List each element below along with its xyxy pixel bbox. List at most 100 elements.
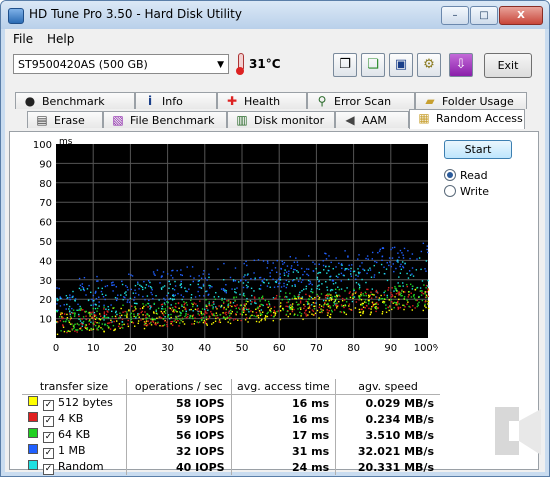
scatter-point xyxy=(95,314,97,317)
scatter-point xyxy=(152,311,155,313)
scatter-point xyxy=(146,324,149,326)
scatter-point xyxy=(308,283,310,285)
start-button[interactable]: Start xyxy=(444,140,512,159)
scatter-point xyxy=(380,263,383,266)
scatter-point xyxy=(201,314,203,316)
checkbox-checked-icon[interactable]: ✓ xyxy=(43,447,54,459)
tab-file-benchmark[interactable]: ▧ File Benchmark xyxy=(103,111,227,128)
scatter-point xyxy=(316,309,319,312)
scatter-point xyxy=(167,315,169,317)
scatter-point xyxy=(408,291,411,293)
scatter-point xyxy=(338,262,340,264)
scatter-point xyxy=(367,258,369,260)
checkbox-checked-icon[interactable]: ✓ xyxy=(43,399,54,411)
scatter-point xyxy=(128,309,130,311)
checkbox-checked-icon[interactable]: ✓ xyxy=(43,415,54,427)
scatter-point xyxy=(95,316,98,319)
tab-info[interactable]: i Info xyxy=(135,92,217,109)
scatter-point xyxy=(370,276,373,278)
checkbox-checked-icon[interactable]: ✓ xyxy=(43,431,54,443)
scatter-point xyxy=(246,308,248,311)
scatter-point xyxy=(259,300,261,302)
scatter-point xyxy=(398,256,400,259)
scatter-point xyxy=(136,314,139,317)
title-bar[interactable]: HD Tune Pro 3.50 - Hard Disk Utility – □… xyxy=(1,1,549,29)
tab-disk-monitor[interactable]: ▥ Disk monitor xyxy=(227,111,335,128)
scatter-point xyxy=(239,308,241,310)
scatter-point xyxy=(412,294,415,297)
scatter-point xyxy=(285,286,288,289)
minimize-button[interactable]: – xyxy=(441,6,469,25)
download-button[interactable]: ⇩ xyxy=(449,53,473,77)
exit-button[interactable]: Exit xyxy=(484,53,532,78)
scatter-point xyxy=(127,319,129,322)
scatter-point xyxy=(415,299,417,301)
scatter-point xyxy=(80,327,82,329)
menu-help[interactable]: Help xyxy=(47,32,74,46)
tab-folder-usage[interactable]: ▰ Folder Usage xyxy=(415,92,527,109)
drive-select[interactable]: ST9500420AS (500 GB) ▼ xyxy=(13,54,229,74)
scatter-point xyxy=(81,329,83,332)
tab-aam[interactable]: ◀ AAM xyxy=(335,111,409,128)
scatter-point xyxy=(266,312,268,315)
scatter-point xyxy=(171,298,174,300)
scatter-point xyxy=(371,251,374,254)
scatter-point xyxy=(199,310,202,313)
scatter-point xyxy=(121,283,124,286)
menu-file[interactable]: File xyxy=(13,32,33,46)
scatter-point xyxy=(426,245,429,247)
scatter-point xyxy=(364,299,367,301)
scatter-point xyxy=(313,302,316,304)
scatter-point xyxy=(386,262,388,264)
tab-error-scan[interactable]: ⚲ Error Scan xyxy=(307,92,415,109)
scatter-point xyxy=(224,317,226,319)
scatter-point xyxy=(103,316,105,319)
scatter-point xyxy=(296,270,298,272)
scatter-point xyxy=(98,305,100,307)
scatter-point xyxy=(184,307,187,309)
x-tick-label: 100% xyxy=(414,343,438,354)
scatter-point xyxy=(186,266,188,268)
scatter-point xyxy=(253,315,255,317)
close-button[interactable]: X xyxy=(499,6,543,25)
tab-health[interactable]: ✚ Health xyxy=(217,92,307,109)
save-button[interactable]: ▣ xyxy=(389,53,413,77)
scatter-point xyxy=(150,318,153,321)
tab-random-access[interactable]: ▦ Random Access xyxy=(409,109,525,129)
scatter-point xyxy=(316,287,318,290)
options-button[interactable]: ⚙ xyxy=(417,53,441,77)
scatter-point xyxy=(271,269,273,271)
scatter-point xyxy=(279,273,281,275)
checkbox-checked-icon[interactable]: ✓ xyxy=(43,463,54,475)
scatter-point xyxy=(247,281,249,284)
scatter-point xyxy=(209,287,211,289)
maximize-button[interactable]: □ xyxy=(470,6,498,25)
write-radio[interactable]: Write xyxy=(444,185,489,198)
scatter-point xyxy=(194,296,197,298)
scatter-point xyxy=(327,305,330,308)
copy-button[interactable]: ❐ xyxy=(333,53,357,77)
scatter-point xyxy=(171,307,174,309)
scatter-point xyxy=(415,269,418,271)
scatter-point xyxy=(358,272,360,275)
scatter-point xyxy=(393,290,395,292)
scatter-point xyxy=(277,285,279,288)
scatter-point xyxy=(107,326,110,328)
scatter-point xyxy=(103,306,105,308)
scatter-point xyxy=(172,277,174,279)
scatter-point xyxy=(183,301,185,303)
scatter-point xyxy=(213,313,215,315)
y-tick-label: 70 xyxy=(39,198,52,209)
scatter-point xyxy=(224,318,227,320)
scatter-point xyxy=(198,294,201,297)
copy-text-button[interactable]: ❏ xyxy=(361,53,385,77)
scatter-point xyxy=(168,298,170,300)
scatter-point xyxy=(357,271,360,273)
scatter-point xyxy=(180,269,182,271)
tab-benchmark[interactable]: ● Benchmark xyxy=(15,92,135,109)
read-radio[interactable]: Read xyxy=(444,169,488,182)
scatter-point xyxy=(375,305,377,308)
tab-erase[interactable]: ▤ Erase xyxy=(27,111,103,128)
scatter-point xyxy=(183,323,186,325)
scatter-point xyxy=(286,305,289,308)
